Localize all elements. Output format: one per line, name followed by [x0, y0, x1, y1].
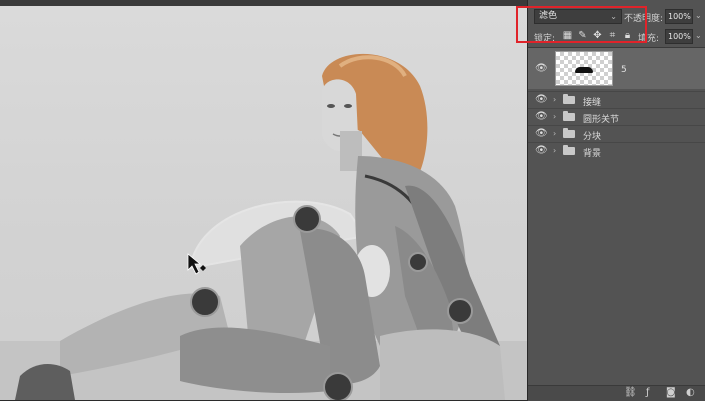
eye-icon[interactable]: 👁: [535, 128, 548, 140]
expand-arrow-icon[interactable]: ›: [553, 127, 556, 141]
expand-arrow-icon[interactable]: ›: [553, 93, 556, 107]
fill-input[interactable]: 100%: [665, 29, 693, 44]
eye-icon[interactable]: 👁: [535, 111, 548, 123]
folder-icon: [563, 94, 575, 104]
folder-icon: [563, 145, 575, 155]
opacity-chevron-icon[interactable]: ⌄: [695, 11, 702, 20]
layers-bottom-toolbar: ⛓ ƒ ◙ ◐: [528, 385, 705, 401]
group-name: 背景: [583, 149, 602, 159]
expand-arrow-icon[interactable]: ›: [553, 144, 556, 158]
adjustment-icon[interactable]: ◐: [686, 387, 695, 398]
group-name: 接缝: [583, 98, 602, 108]
mask-icon[interactable]: ◙: [666, 387, 676, 398]
opacity-input[interactable]: 100%: [665, 9, 693, 24]
eye-icon[interactable]: 👁: [535, 145, 548, 157]
layer-group-row[interactable]: 👁 › 背景: [528, 142, 705, 159]
layer-group-row[interactable]: 👁 › 接缝: [528, 91, 705, 108]
layer-group-row[interactable]: 👁 › 分块: [528, 125, 705, 142]
eye-icon[interactable]: 👁: [535, 94, 548, 106]
expand-arrow-icon[interactable]: ›: [553, 110, 556, 124]
folder-icon: [563, 128, 575, 138]
layer-thumbnail: [555, 51, 613, 86]
layer-group-row[interactable]: 👁 › 圆形关节: [528, 108, 705, 125]
layer-row-selected[interactable]: 👁 5: [528, 48, 705, 89]
fill-chevron-icon[interactable]: ⌄: [695, 31, 702, 40]
layers-panel: 滤色 ⌄ 不透明度: 100% ⌄ 锁定: ▦ ✎ ✥ ⌗ 🔒︎ 填充: 100…: [527, 0, 705, 401]
layer-name: 5: [621, 65, 627, 75]
robot-woman-artwork: [0, 53, 527, 400]
document-canvas[interactable]: [0, 6, 527, 400]
eye-icon[interactable]: 👁: [535, 63, 548, 75]
highlight-box: [516, 6, 647, 43]
fx-icon[interactable]: ƒ: [646, 387, 650, 398]
group-name: 圆形关节: [583, 115, 620, 125]
folder-icon: [563, 111, 575, 121]
group-name: 分块: [583, 132, 602, 142]
link-icon[interactable]: ⛓: [624, 387, 637, 398]
